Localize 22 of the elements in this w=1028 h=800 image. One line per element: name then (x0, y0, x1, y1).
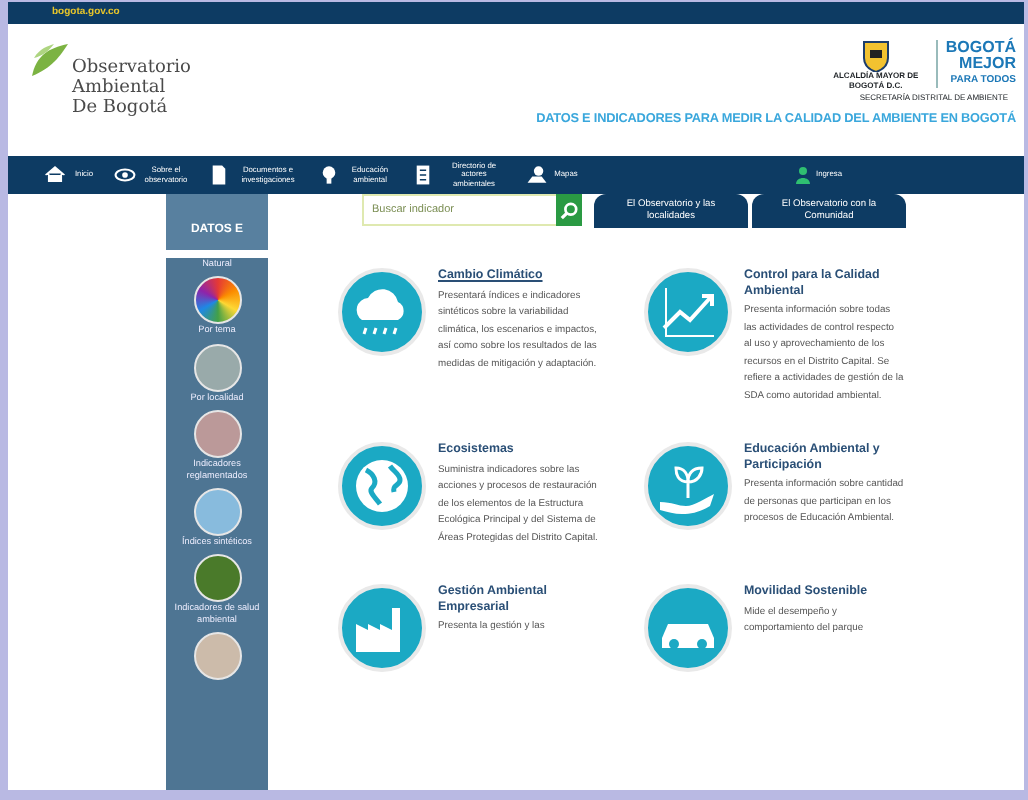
photo-placeholder (193, 554, 241, 603)
factory-icon[interactable] (338, 584, 426, 672)
globe-icon[interactable] (338, 442, 426, 530)
leaf-logo-icon (28, 40, 72, 80)
house-icon (44, 164, 66, 186)
photo-placeholder (193, 343, 241, 392)
photo-placeholder (193, 410, 241, 459)
notebook-icon (412, 164, 434, 186)
cloud-rain-icon[interactable] (338, 268, 426, 356)
photo-placeholder (193, 488, 241, 537)
document-icon (208, 164, 230, 186)
search-button[interactable] (556, 194, 582, 226)
hand-plant-icon[interactable] (644, 442, 732, 530)
photo-placeholder (193, 632, 241, 681)
lightbulb-icon (318, 164, 340, 186)
logo-text: Observatorio Ambiental De Bogotá (72, 58, 191, 118)
rising-chart-icon[interactable] (644, 268, 732, 356)
eye-icon (114, 164, 136, 186)
user-icon (796, 166, 810, 184)
car-icon[interactable] (644, 584, 732, 672)
coat-of-arms-icon (861, 40, 890, 72)
photo-placeholder (193, 276, 241, 325)
